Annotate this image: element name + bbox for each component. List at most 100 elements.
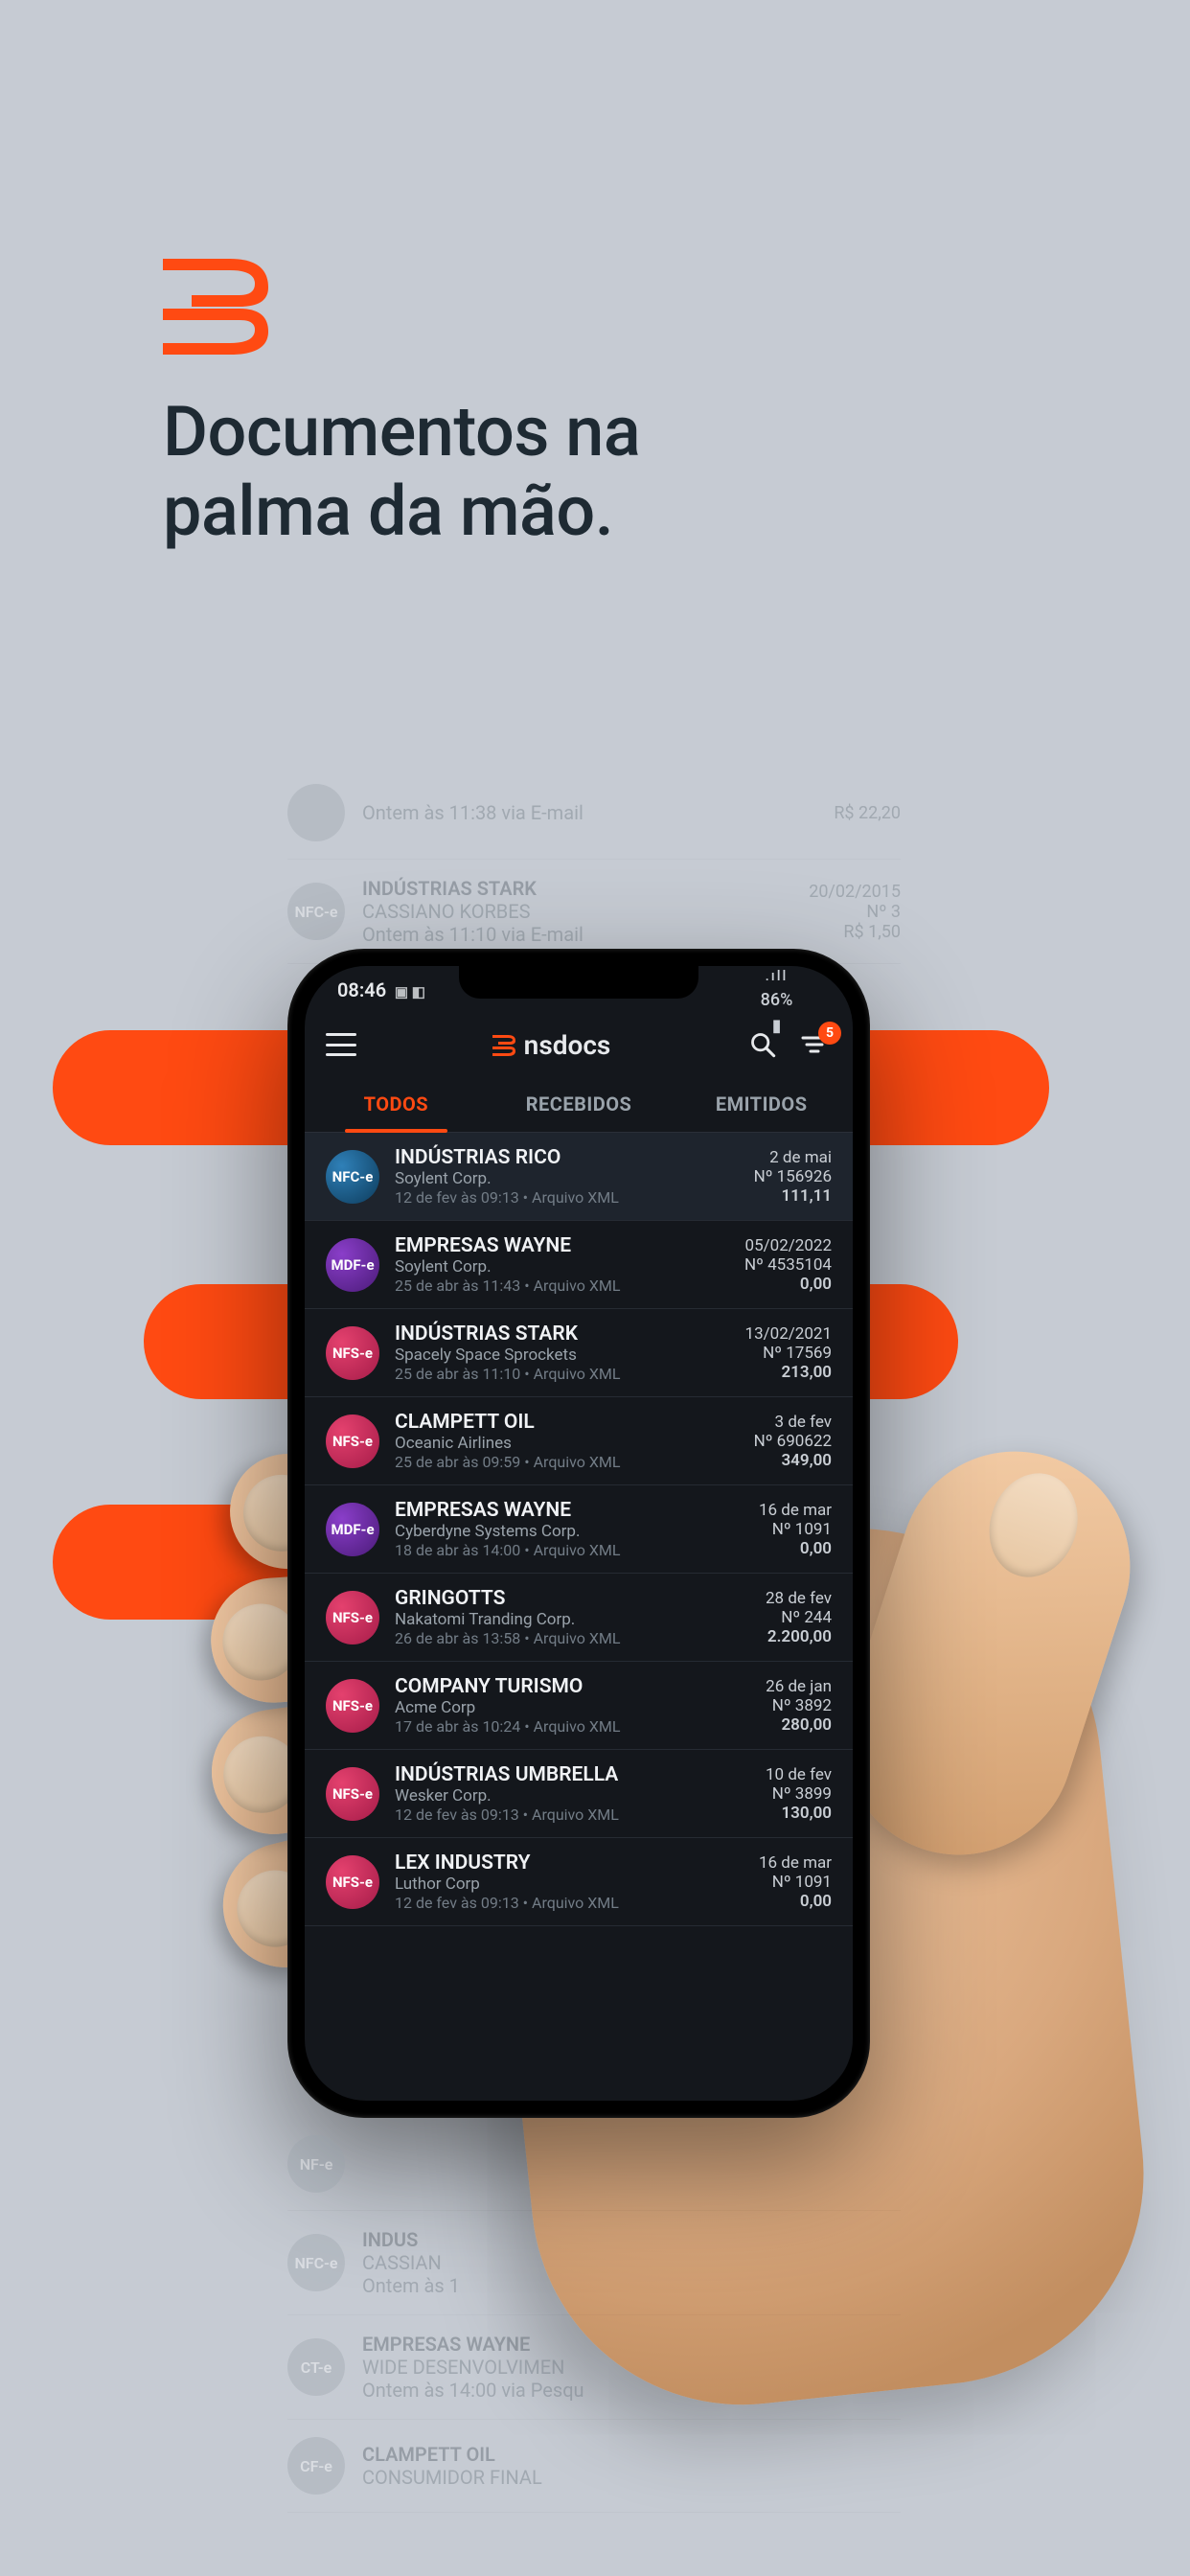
doc-info: COMPANY TURISMO Acme Corp 17 de abr às 1… (395, 1675, 750, 1736)
doc-value: 0,00 (800, 1892, 832, 1911)
tab-emitidos[interactable]: EMITIDOS (670, 1075, 853, 1132)
doc-number: Nº 17569 (763, 1344, 832, 1363)
document-row[interactable]: MDF-e EMPRESAS WAYNE Cyberdyne Systems C… (305, 1485, 853, 1574)
doc-subtitle: Soylent Corp. (395, 1257, 729, 1276)
doc-date: 10 de fev (766, 1765, 832, 1784)
bg-row-badge: CF-e (287, 2437, 345, 2495)
doc-company: INDÚSTRIAS RICO (395, 1146, 739, 1169)
document-row[interactable]: NFS-e INDÚSTRIAS UMBRELLA Wesker Corp. 1… (305, 1750, 853, 1838)
bg-row-badge: NF-e (287, 2135, 345, 2193)
doc-company: EMPRESAS WAYNE (395, 1499, 744, 1522)
doc-company: LEX INDUSTRY (395, 1852, 744, 1874)
doc-figures: 10 de fev Nº 3899 130,00 (766, 1765, 832, 1823)
bg-row-center: CLAMPETT OIL CONSUMIDOR FINAL (362, 2443, 883, 2489)
hero-title: Documentos na palma da mão. (163, 393, 640, 552)
doc-value: 2.200,00 (767, 1627, 832, 1646)
doc-value: 0,00 (800, 1275, 832, 1294)
bg-row-right: 20/02/2015 Nº 3 R$ 1,50 (809, 882, 901, 942)
doc-value: 280,00 (781, 1715, 832, 1735)
bg-rows-lower: NF-e NFC-e INDUS CASSIAN Ontem às 1 CT-e… (287, 2118, 901, 2513)
tab-todos[interactable]: TODOS (305, 1075, 488, 1132)
document-list[interactable]: NFC-e INDÚSTRIAS RICO Soylent Corp. 12 d… (305, 1133, 853, 1926)
menu-button[interactable] (326, 1033, 356, 1056)
doc-info: INDÚSTRIAS RICO Soylent Corp. 12 de fev … (395, 1146, 739, 1207)
doc-subtitle: Oceanic Airlines (395, 1434, 739, 1453)
document-row[interactable]: NFS-e INDÚSTRIAS STARK Spacely Space Spr… (305, 1309, 853, 1397)
doc-value: 111,11 (781, 1186, 832, 1206)
phone-screen: 08:46 ▣ ◧ Vo)) LTE↑↓ .ıll 86% ▮ nsdocs (305, 966, 853, 2101)
doc-value: 213,00 (781, 1363, 832, 1382)
doc-meta: 12 de fev às 09:13 • Arquivo XML (395, 1806, 750, 1824)
filter-badge: 5 (818, 1022, 841, 1045)
doc-company: INDÚSTRIAS STARK (395, 1322, 730, 1346)
search-button[interactable] (745, 1027, 780, 1062)
doc-number: Nº 3892 (772, 1696, 832, 1715)
doc-date: 26 de jan (766, 1677, 832, 1696)
doc-value: 349,00 (781, 1451, 832, 1470)
bg-row: Ontem às 11:38 via E-mail R$ 22,20 (287, 767, 901, 860)
bg-rows-upper: Ontem às 11:38 via E-mail R$ 22,20 NFC-e… (287, 767, 901, 964)
doc-company: INDÚSTRIAS UMBRELLA (395, 1763, 750, 1786)
brand-text: nsdocs (524, 1029, 611, 1061)
brand-mark-icon (492, 1032, 516, 1057)
doc-meta: 25 de abr às 11:10 • Arquivo XML (395, 1365, 730, 1383)
doc-value: 130,00 (781, 1804, 832, 1823)
doc-value: 0,00 (800, 1539, 832, 1558)
doc-info: GRINGOTTS Nakatomi Tranding Corp. 26 de … (395, 1587, 750, 1647)
phone-notch (459, 966, 698, 999)
filter-button[interactable]: 5 (797, 1027, 832, 1062)
document-row[interactable]: MDF-e EMPRESAS WAYNE Soylent Corp. 25 de… (305, 1221, 853, 1309)
document-row[interactable]: NFC-e INDÚSTRIAS RICO Soylent Corp. 12 d… (305, 1133, 853, 1221)
doc-type-badge: MDF-e (326, 1503, 379, 1556)
doc-company: GRINGOTTS (395, 1587, 750, 1610)
tabs: TODOSRECEBIDOSEMITIDOS (305, 1075, 853, 1133)
status-time: 08:46 ▣ ◧ (337, 978, 425, 1001)
doc-figures: 2 de mai Nº 156926 111,11 (754, 1148, 832, 1206)
doc-type-badge: NFS-e (326, 1326, 379, 1380)
doc-date: 16 de mar (759, 1853, 832, 1873)
doc-number: Nº 156926 (754, 1167, 832, 1186)
doc-meta: 25 de abr às 09:59 • Arquivo XML (395, 1453, 739, 1471)
doc-subtitle: Luthor Corp (395, 1874, 744, 1894)
doc-figures: 16 de mar Nº 1091 0,00 (759, 1853, 832, 1911)
doc-figures: 13/02/2021 Nº 17569 213,00 (745, 1324, 832, 1382)
doc-info: LEX INDUSTRY Luthor Corp 12 de fev às 09… (395, 1852, 744, 1912)
document-row[interactable]: NFS-e LEX INDUSTRY Luthor Corp 12 de fev… (305, 1838, 853, 1926)
doc-figures: 3 de fev Nº 690622 349,00 (754, 1413, 832, 1470)
bg-row: NFC-e INDUS CASSIAN Ontem às 1 (287, 2211, 901, 2315)
doc-type-badge: NFC-e (326, 1150, 379, 1204)
document-row[interactable]: NFS-e CLAMPETT OIL Oceanic Airlines 25 d… (305, 1397, 853, 1485)
doc-info: EMPRESAS WAYNE Cyberdyne Systems Corp. 1… (395, 1499, 744, 1559)
doc-figures: 05/02/2022 Nº 4535104 0,00 (744, 1236, 832, 1294)
tab-recebidos[interactable]: RECEBIDOS (488, 1075, 671, 1132)
doc-meta: 18 de abr às 14:00 • Arquivo XML (395, 1541, 744, 1559)
doc-company: EMPRESAS WAYNE (395, 1234, 729, 1257)
doc-meta: 12 de fev às 09:13 • Arquivo XML (395, 1894, 744, 1912)
document-row[interactable]: NFS-e COMPANY TURISMO Acme Corp 17 de ab… (305, 1662, 853, 1750)
doc-subtitle: Wesker Corp. (395, 1786, 750, 1806)
bg-row-center: INDUS CASSIAN Ontem às 1 (362, 2228, 883, 2297)
doc-figures: 26 de jan Nº 3892 280,00 (766, 1677, 832, 1735)
doc-date: 28 de fev (766, 1589, 832, 1608)
doc-meta: 26 de abr às 13:58 • Arquivo XML (395, 1629, 750, 1647)
doc-type-badge: MDF-e (326, 1238, 379, 1292)
doc-subtitle: Soylent Corp. (395, 1169, 739, 1188)
doc-type-badge: NFS-e (326, 1855, 379, 1909)
doc-figures: 16 de mar Nº 1091 0,00 (759, 1501, 832, 1558)
bg-row-badge: NFC-e (287, 883, 345, 940)
doc-number: Nº 1091 (772, 1873, 832, 1892)
bg-row: CT-e EMPRESAS WAYNE WIDE DESENVOLVIMEN O… (287, 2315, 901, 2420)
doc-date: 2 de mai (769, 1148, 832, 1167)
doc-number: Nº 3899 (772, 1784, 832, 1804)
doc-type-badge: NFS-e (326, 1591, 379, 1644)
bg-row: CF-e CLAMPETT OIL CONSUMIDOR FINAL (287, 2420, 901, 2513)
hero: Documentos na palma da mão. (163, 259, 640, 552)
doc-company: CLAMPETT OIL (395, 1411, 739, 1434)
document-row[interactable]: NFS-e GRINGOTTS Nakatomi Tranding Corp. … (305, 1574, 853, 1662)
status-battery: 86% (761, 990, 793, 1010)
bg-row-badge: CT-e (287, 2338, 345, 2396)
bg-row-badge (287, 784, 345, 841)
doc-date: 16 de mar (759, 1501, 832, 1520)
doc-type-badge: NFS-e (326, 1414, 379, 1468)
doc-meta: 17 de abr às 10:24 • Arquivo XML (395, 1717, 750, 1736)
